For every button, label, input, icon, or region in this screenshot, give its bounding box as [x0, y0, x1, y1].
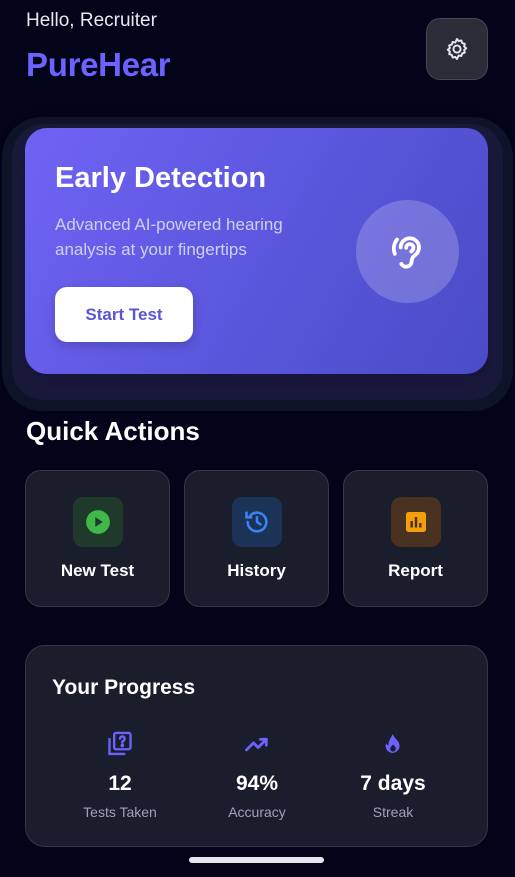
settings-button[interactable] — [426, 18, 488, 80]
hero-subtitle: Advanced AI-powered hearing analysis at … — [55, 215, 283, 259]
stat-value: 94% — [235, 772, 279, 795]
new-test-label: New Test — [60, 561, 135, 580]
ear-icon-badge — [356, 200, 459, 303]
hero-card: Early Detection Advanced AI-powered hear… — [25, 128, 488, 374]
hero-title: Early Detection — [55, 162, 267, 194]
stat-label: Tests Taken — [83, 804, 157, 820]
trending-up-icon — [245, 737, 268, 752]
stat-label: Accuracy — [228, 804, 286, 820]
quick-actions-title: Quick Actions — [26, 416, 200, 446]
stat-streak: 7 days Streak — [323, 730, 463, 820]
report-card[interactable]: Report — [343, 470, 488, 607]
stat-tests-taken: 12 Tests Taken — [50, 730, 190, 820]
history-label: History — [227, 561, 286, 580]
report-icon-badge — [391, 497, 441, 547]
home-indicator[interactable] — [189, 857, 324, 863]
quiz-icon — [108, 731, 132, 756]
history-icon — [245, 511, 268, 533]
new-test-card[interactable]: New Test — [25, 470, 170, 607]
stat-value: 12 — [108, 772, 132, 795]
new-test-icon-badge — [73, 497, 123, 547]
bar-chart-icon — [406, 512, 426, 532]
progress-card: Your Progress 12 Tests Taken 94% Accurac… — [25, 645, 488, 847]
flame-icon — [385, 734, 400, 753]
gear-icon — [446, 38, 468, 60]
app-title: PureHear — [26, 46, 171, 83]
ear-icon — [391, 235, 421, 269]
report-label: Report — [388, 561, 443, 580]
play-icon — [86, 510, 110, 534]
history-icon-badge — [232, 497, 282, 547]
stat-value: 7 days — [360, 772, 426, 795]
start-test-button[interactable]: Start Test — [55, 287, 193, 342]
greeting: Hello, Recruiter — [26, 10, 157, 31]
history-card[interactable]: History — [184, 470, 329, 607]
progress-title: Your Progress — [52, 676, 196, 699]
stat-accuracy: 94% Accuracy — [187, 730, 327, 820]
stat-label: Streak — [372, 804, 414, 820]
